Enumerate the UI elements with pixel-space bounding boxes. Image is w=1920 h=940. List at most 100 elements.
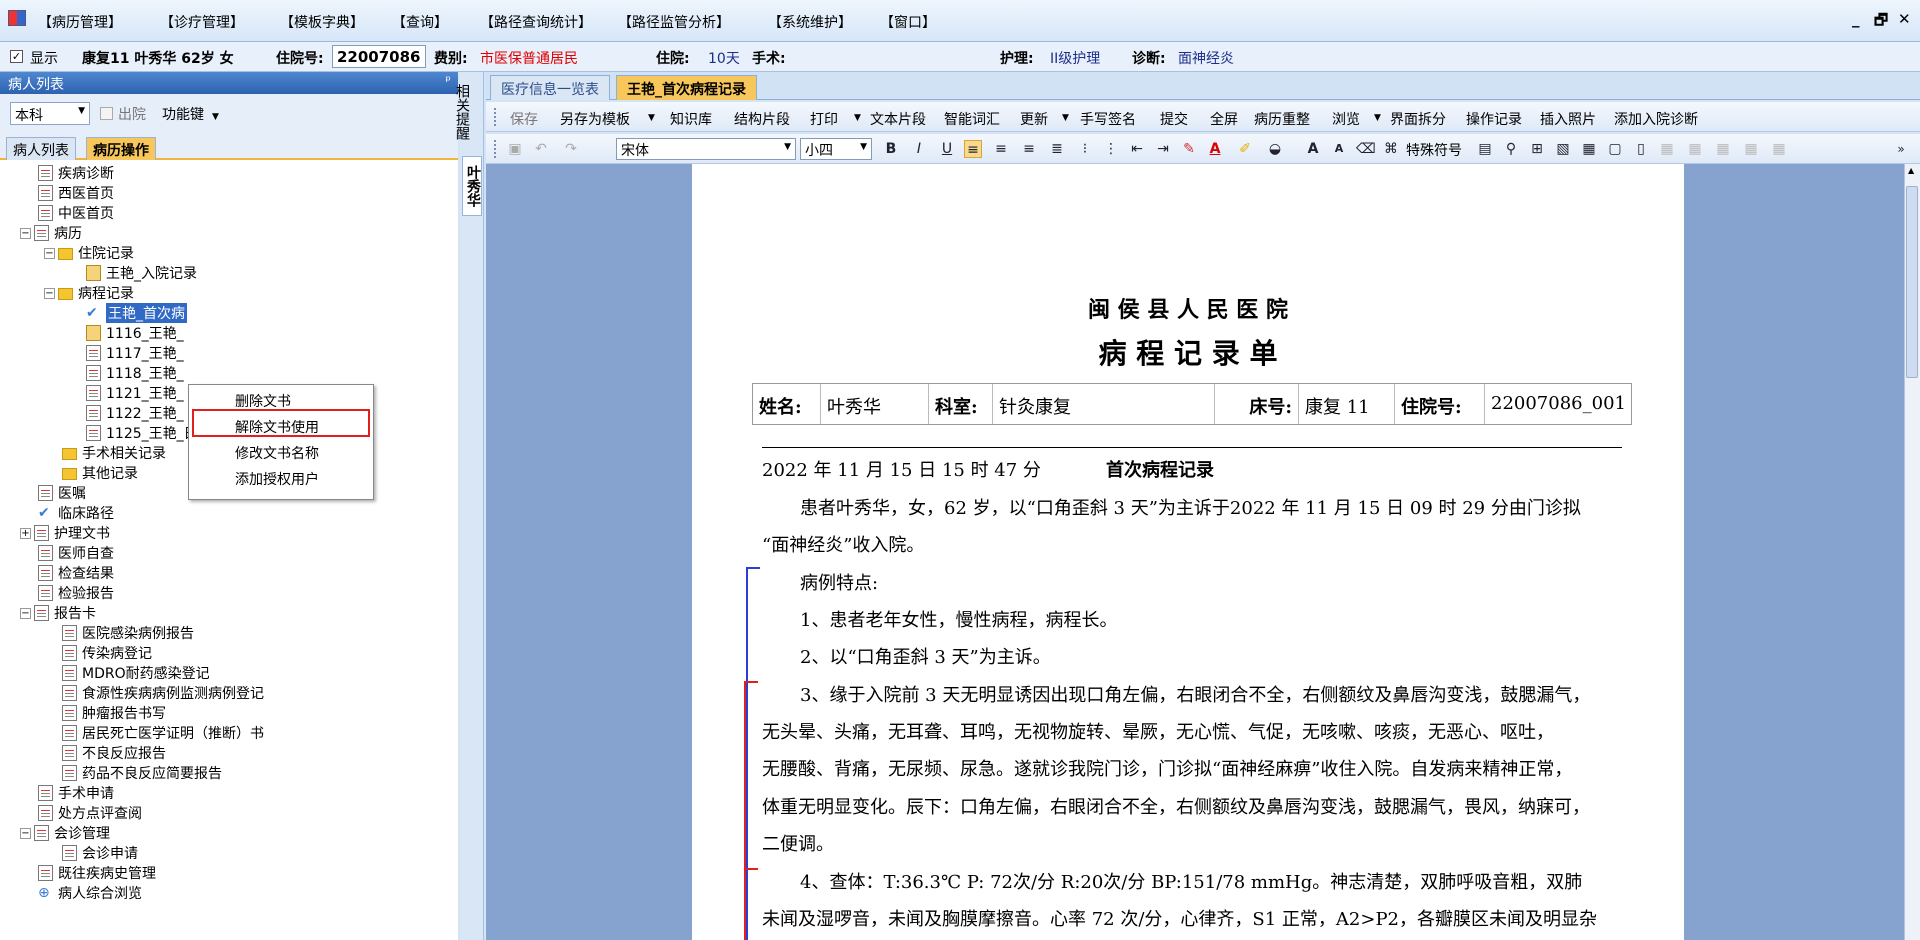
numbered-list-icon[interactable]: ⁝ <box>1076 140 1094 158</box>
tab-first-course-record[interactable]: 王艳_首次病程记录 <box>616 75 757 100</box>
browse-button[interactable]: 浏览 <box>1332 109 1360 129</box>
collapse-icon[interactable]: − <box>44 247 55 259</box>
tree-item[interactable]: 其他记录 <box>62 463 138 483</box>
menu-treatment-management[interactable]: 【诊疗管理】 <box>160 12 244 32</box>
tree-item[interactable]: 西医首页 <box>38 183 114 203</box>
insert-photo-button[interactable]: 插入照片 <box>1540 109 1596 129</box>
menu-window[interactable]: 【窗口】 <box>880 12 936 32</box>
tree-item[interactable]: ✔ 临床路径 <box>38 503 114 523</box>
tree-item[interactable]: 传染病登记 <box>62 643 152 663</box>
redo-icon[interactable]: ↷ <box>562 140 580 158</box>
tree-item-selected[interactable]: ✔ 王艳_首次病 <box>86 303 187 323</box>
tree-item[interactable]: 既往疾病史管理 <box>38 863 156 883</box>
chevron-down-icon[interactable]: ▼ <box>648 113 655 123</box>
reorganize-record-button[interactable]: 病历重整 <box>1254 109 1310 129</box>
menu-system-maintenance[interactable]: 【系统维护】 <box>768 12 852 32</box>
tree-item[interactable]: ⊕ 病人综合浏览 <box>38 883 142 903</box>
tree-item[interactable]: 手术相关记录 <box>62 443 166 463</box>
smart-vocabulary-button[interactable]: 智能词汇 <box>944 109 1000 129</box>
tree-item[interactable]: − 病程记录 <box>44 283 134 303</box>
collapse-icon[interactable]: − <box>44 287 55 299</box>
handwritten-signature-button[interactable]: 手写签名 <box>1080 109 1136 129</box>
justify-icon[interactable]: ≣ <box>1048 140 1066 158</box>
file-icon[interactable]: ▯ <box>1632 140 1650 158</box>
tree-item[interactable]: 医嘱 <box>38 483 86 503</box>
tree-item[interactable]: − 会诊管理 <box>20 823 110 843</box>
special-symbol-button[interactable]: 特殊符号 <box>1406 140 1462 160</box>
print-button[interactable]: 打印 <box>810 109 838 129</box>
menu-item-add-authorized-user[interactable]: 添加授权用户 <box>190 464 373 490</box>
tree-item[interactable]: − 报告卡 <box>20 603 96 623</box>
submit-button[interactable]: 提交 <box>1160 109 1188 129</box>
fill-color-icon[interactable]: ◒ <box>1266 140 1284 158</box>
split-view-button[interactable]: 界面拆分 <box>1390 109 1446 129</box>
close-button[interactable]: ✕ <box>1898 10 1911 28</box>
overflow-icon[interactable]: » <box>1892 140 1910 158</box>
admission-number-field[interactable]: 22007086 <box>332 45 426 68</box>
tree-item[interactable]: 医师自查 <box>38 543 114 563</box>
font-size-select[interactable]: 小四 ▼ <box>800 138 872 160</box>
menu-path-query-stats[interactable]: 【路径查询统计】 <box>480 12 592 32</box>
tab-record-operations[interactable]: 病历操作 <box>86 137 156 160</box>
align-center-icon[interactable]: ≡ <box>992 140 1010 158</box>
outdent-icon[interactable]: ⇤ <box>1128 140 1146 158</box>
tree-item[interactable]: 肿瘤报告书写 <box>62 703 166 723</box>
tree-item[interactable]: 不良反应报告 <box>62 743 166 763</box>
bold-icon[interactable]: B <box>882 140 900 158</box>
collapse-icon[interactable]: − <box>20 227 31 239</box>
tree-item[interactable]: 1116_王艳_ <box>86 323 184 343</box>
menu-record-management[interactable]: 【病历管理】 <box>38 12 122 32</box>
tree-item[interactable]: − 病历 <box>20 223 82 243</box>
font-shrink-icon[interactable]: A <box>1330 140 1348 158</box>
scroll-up-icon[interactable]: ▲ <box>1908 166 1914 175</box>
restore-button[interactable]: 🗗 <box>1874 10 1888 35</box>
fullscreen-button[interactable]: 全屏 <box>1210 109 1238 129</box>
knowledge-base-button[interactable]: 知识库 <box>670 109 712 129</box>
tree-item[interactable]: 居民死亡医学证明（推断）书 <box>62 723 264 743</box>
tree-item[interactable]: 中医首页 <box>38 203 114 223</box>
save-icon[interactable]: ▣ <box>506 140 524 158</box>
symbol-icon[interactable]: ⌘ <box>1382 140 1400 158</box>
tree-item[interactable]: 1117_王艳_ <box>86 343 184 363</box>
table-row-icon[interactable]: ▦ <box>1686 140 1704 158</box>
clear-format-icon[interactable]: ⌫ <box>1356 140 1376 158</box>
page-icon[interactable]: ▢ <box>1606 140 1624 158</box>
tree-item[interactable]: 医院感染病例报告 <box>62 623 194 643</box>
font-color-icon[interactable]: A <box>1206 140 1224 158</box>
underline-icon[interactable]: U <box>938 140 956 158</box>
font-family-select[interactable]: 宋体 ▼ <box>616 138 796 160</box>
text-fragment-button[interactable]: 文本片段 <box>870 109 926 129</box>
collapse-icon[interactable]: − <box>20 607 31 619</box>
chevron-down-icon[interactable]: ▼ <box>1374 113 1381 123</box>
collapse-icon[interactable]: − <box>20 827 31 839</box>
tree-item[interactable]: 处方点评查阅 <box>38 803 142 823</box>
tree-item[interactable]: 食源性疾病病例监测病例登记 <box>62 683 264 703</box>
undo-icon[interactable]: ↶ <box>532 140 550 158</box>
chevron-down-icon[interactable]: ▼ <box>1062 113 1069 123</box>
tree-item[interactable]: 1118_王艳_ <box>86 363 184 383</box>
note-icon[interactable]: ▤ <box>1476 140 1494 158</box>
tab-medical-info-overview[interactable]: 医疗信息一览表 <box>490 75 610 100</box>
tree-item[interactable]: 1121_王艳_ <box>86 383 184 403</box>
table-split-icon[interactable]: ▦ <box>1770 140 1788 158</box>
menu-path-supervision[interactable]: 【路径监管分析】 <box>618 12 730 32</box>
align-left-icon[interactable]: ≡ <box>964 140 982 158</box>
structure-fragment-button[interactable]: 结构片段 <box>734 109 790 129</box>
document-page[interactable]: 闽 侯 县 人 民 医 院 病 程 记 录 单 姓名: 叶秀华 科室: 针灸康复… <box>692 164 1684 940</box>
menu-item-rename-document[interactable]: 修改文书名称 <box>190 438 373 464</box>
chevron-down-icon[interactable]: ▼ <box>854 113 861 123</box>
tree-item[interactable]: 检验报告 <box>38 583 114 603</box>
menu-template-dictionary[interactable]: 【模板字典】 <box>280 12 364 32</box>
table-col-icon[interactable]: ▦ <box>1714 140 1732 158</box>
table-merge-icon[interactable]: ▦ <box>1742 140 1760 158</box>
expand-icon[interactable]: + <box>20 527 31 539</box>
tree-item[interactable]: 手术申请 <box>38 783 114 803</box>
font-grow-icon[interactable]: A <box>1304 140 1322 158</box>
indent-icon[interactable]: ⇥ <box>1154 140 1172 158</box>
table-icon[interactable]: ▦ <box>1580 140 1598 158</box>
align-right-icon[interactable]: ≡ <box>1020 140 1038 158</box>
save-as-template-button[interactable]: 另存为模板 <box>560 109 630 129</box>
binoculars-icon[interactable]: ⊞ <box>1528 140 1546 158</box>
image-icon[interactable]: ▧ <box>1554 140 1572 158</box>
scroll-thumb[interactable] <box>1906 186 1918 378</box>
